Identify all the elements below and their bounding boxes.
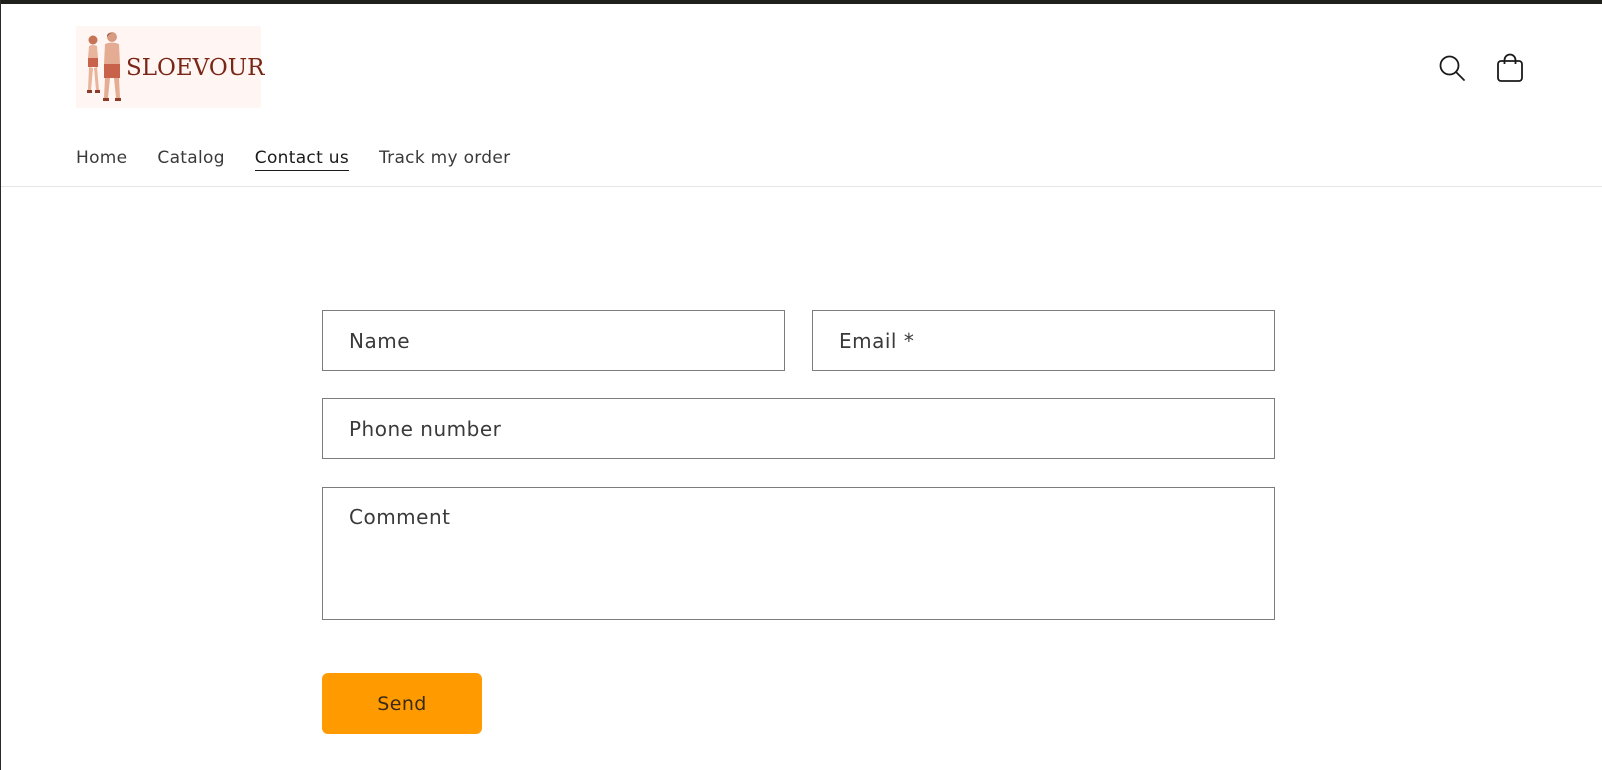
name-field[interactable]: [322, 310, 785, 371]
nav-item-contact-us[interactable]: Contact us: [254, 148, 349, 171]
comment-field[interactable]: [322, 487, 1275, 620]
brand-logo[interactable]: SLOEVOUR: [76, 26, 265, 108]
page: SLOEVOUR Home Catalog Contact us Track m…: [0, 0, 1602, 770]
send-button[interactable]: Send: [322, 673, 482, 734]
header-actions: [1433, 49, 1529, 87]
cart-icon: [1497, 53, 1523, 82]
cart-button[interactable]: [1491, 49, 1529, 87]
brand-name: SLOEVOUR: [126, 55, 265, 81]
site-header: SLOEVOUR Home Catalog Contact us Track m…: [1, 4, 1602, 187]
search-button[interactable]: [1433, 49, 1471, 87]
nav-item-catalog[interactable]: Catalog: [157, 148, 224, 171]
nav-item-home[interactable]: Home: [76, 148, 127, 171]
search-icon: [1439, 55, 1465, 81]
phone-number-field[interactable]: [322, 398, 1275, 459]
nav-item-track-my-order[interactable]: Track my order: [379, 148, 510, 171]
couple-illustration-icon: [87, 32, 121, 101]
main-nav: Home Catalog Contact us Track my order: [76, 148, 510, 171]
email-field[interactable]: [812, 310, 1275, 371]
